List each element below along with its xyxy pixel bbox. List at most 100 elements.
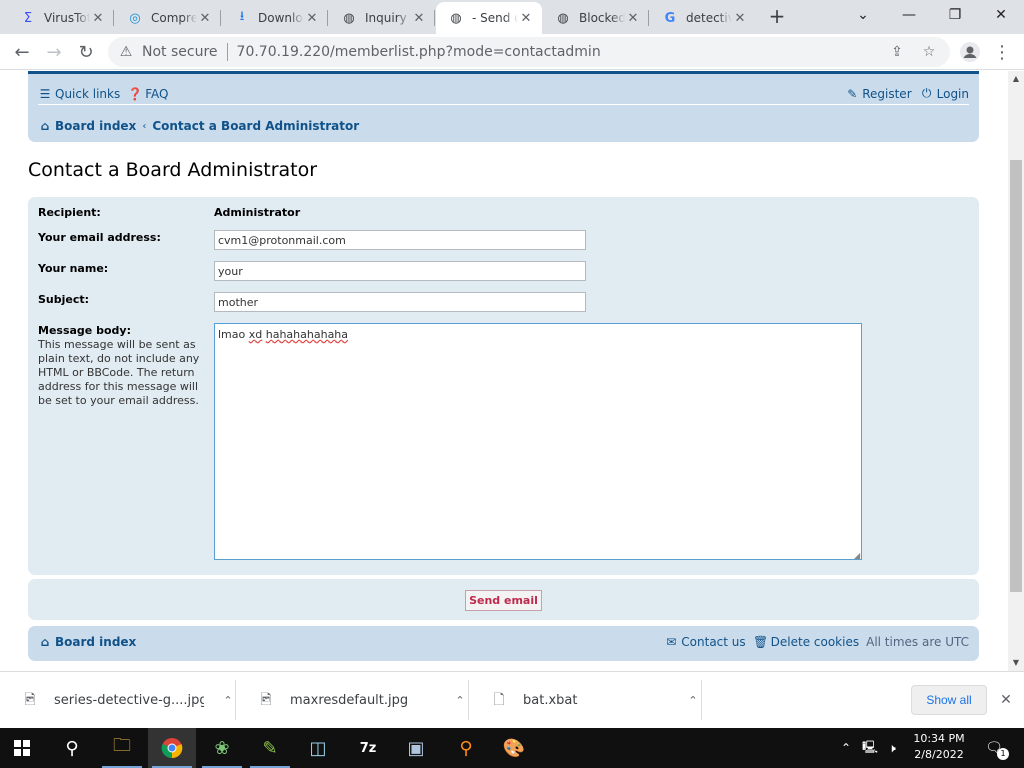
- tab-inquiry[interactable]: ◍ Inquiry ✕: [329, 2, 435, 34]
- message-body-field[interactable]: lmao xd hahahahahaha: [214, 323, 862, 560]
- close-window-icon[interactable]: ✕: [978, 0, 1024, 30]
- scroll-thumb[interactable]: [1010, 160, 1022, 592]
- image-file-icon: 🖻: [260, 691, 272, 708]
- tab-separator: [327, 10, 328, 26]
- delete-cookies-link[interactable]: 🗑 Delete cookies: [753, 635, 860, 649]
- delete-cookies-label: Delete cookies: [770, 635, 860, 649]
- volume-muted-icon[interactable]: 🕨: [882, 728, 902, 768]
- forum-footer: ⌂ Board index ✉ Contact us 🗑 Delete cook…: [28, 626, 979, 661]
- system-clock[interactable]: 10:34 PM 2/8/2022: [904, 731, 974, 765]
- share-icon[interactable]: ⇪: [888, 43, 906, 61]
- tab-virustotal[interactable]: Σ VirusTotal ✕: [8, 2, 114, 34]
- app-icon[interactable]: ▣: [392, 728, 440, 768]
- tab-separator: [434, 10, 435, 26]
- scroll-up-icon[interactable]: ▲: [1012, 75, 1020, 83]
- download-item[interactable]: 🗋 bat.xbat ⌃: [469, 672, 702, 729]
- download-item[interactable]: 🖻 series-detective-g....jpg ⌃: [0, 672, 236, 729]
- url-text[interactable]: 70.70.19.220/memberlist.php?mode=contact…: [237, 44, 601, 60]
- login-link[interactable]: ⏻ Login: [920, 86, 969, 101]
- warning-icon[interactable]: ⚠: [118, 44, 134, 60]
- timezone-text: All times are UTC: [866, 635, 969, 649]
- tab-send-email[interactable]: ◍ - Send e ✕: [436, 2, 542, 34]
- address-bar[interactable]: ⚠ Not secure 70.70.19.220/memberlist.php…: [108, 37, 950, 67]
- profile-avatar-icon[interactable]: [956, 38, 984, 66]
- reload-icon[interactable]: ↻: [72, 38, 100, 66]
- notification-center-icon[interactable]: 🗨 1: [983, 738, 1009, 760]
- tab-blocked[interactable]: ◍ Blocked ✕: [543, 2, 649, 34]
- download-shelf: 🖻 series-detective-g....jpg ⌃ 🖻 maxresde…: [0, 671, 1024, 728]
- paint-icon[interactable]: 🎨: [490, 728, 538, 768]
- download-filename: bat.xbat: [523, 693, 578, 708]
- scroll-down-icon[interactable]: ▼: [1012, 659, 1020, 667]
- chevron-up-icon[interactable]: ⌃: [220, 694, 236, 707]
- resize-grip-icon[interactable]: ◢: [854, 552, 862, 560]
- close-icon[interactable]: ✕: [197, 10, 213, 26]
- subject-label: Subject:: [38, 293, 90, 306]
- tab-detective[interactable]: G detective ✕: [650, 2, 756, 34]
- tab-search-chevron-icon[interactable]: ⌄: [840, 0, 886, 30]
- tab-compress[interactable]: ◎ Compress ✕: [115, 2, 221, 34]
- recipient-label: Recipient:: [38, 206, 101, 219]
- close-shelf-icon[interactable]: ✕: [997, 691, 1015, 709]
- browser-tab-strip: Σ VirusTotal ✕ ◎ Compress ✕ ⭳ Downloads …: [0, 0, 1024, 34]
- chevron-up-icon[interactable]: ⌃: [452, 694, 468, 707]
- tab-downloads[interactable]: ⭳ Downloads ✕: [222, 2, 328, 34]
- tray-chevron-up-icon[interactable]: ⌃: [838, 728, 854, 768]
- back-icon[interactable]: ←: [8, 38, 36, 66]
- faq-link[interactable]: ❓ FAQ: [128, 87, 169, 101]
- clock-time: 10:34 PM: [913, 732, 965, 745]
- subject-field[interactable]: [214, 292, 586, 312]
- file-explorer-icon[interactable]: 🗀: [98, 728, 146, 768]
- search-icon[interactable]: ⚲: [48, 728, 96, 768]
- breadcrumb: ⌂ Board index ‹ Contact a Board Administ…: [38, 115, 969, 137]
- breadcrumb-home-label: Board index: [55, 119, 137, 133]
- globe-icon: ◍: [450, 10, 462, 26]
- home-icon: ⌂: [40, 119, 50, 133]
- chevron-up-icon[interactable]: ⌃: [685, 694, 701, 707]
- tab-title: - Send e: [472, 11, 518, 25]
- download-icon: ⭳: [239, 9, 245, 24]
- minimize-icon[interactable]: —: [886, 0, 932, 30]
- send-email-button[interactable]: Send email: [465, 590, 542, 611]
- notepad-plus-icon[interactable]: ✎: [246, 728, 294, 768]
- security-label[interactable]: Not secure: [142, 44, 218, 60]
- seven-zip-icon[interactable]: 7z: [344, 728, 392, 768]
- restore-icon[interactable]: ❐: [932, 0, 978, 30]
- close-icon[interactable]: ✕: [518, 10, 534, 26]
- contact-us-label: Contact us: [681, 635, 746, 649]
- breadcrumb-home[interactable]: ⌂ Board index: [38, 119, 137, 133]
- contact-us-link[interactable]: ✉ Contact us: [664, 635, 745, 649]
- footer-board-index-link[interactable]: ⌂ Board index: [38, 635, 137, 649]
- page-scrollbar[interactable]: ▲ ▼: [1008, 71, 1024, 671]
- file-icon: 🗋: [493, 691, 505, 708]
- tab-separator: [648, 10, 649, 26]
- app-icon[interactable]: ❀: [198, 728, 246, 768]
- close-icon[interactable]: ✕: [411, 10, 427, 26]
- app-icon[interactable]: ◫: [294, 728, 342, 768]
- download-item[interactable]: 🖻 maxresdefault.jpg ⌃: [236, 672, 469, 729]
- search-tool-icon[interactable]: ⚲: [442, 728, 490, 768]
- bookmark-star-icon[interactable]: ☆: [920, 43, 938, 61]
- page-title: Contact a Board Administrator: [28, 159, 318, 181]
- browser-menu-icon[interactable]: ⋮: [988, 38, 1016, 66]
- quick-links-menu[interactable]: ☰ Quick links: [38, 87, 121, 101]
- register-link[interactable]: ✎ Register: [845, 87, 911, 101]
- new-tab-icon[interactable]: +: [766, 6, 788, 28]
- tab-title: VirusTotal: [44, 11, 90, 25]
- start-button[interactable]: [0, 728, 48, 768]
- tab-separator: [113, 10, 114, 26]
- forward-icon[interactable]: →: [40, 38, 68, 66]
- name-field[interactable]: [214, 261, 586, 281]
- close-icon[interactable]: ✕: [625, 10, 641, 26]
- email-field[interactable]: [214, 230, 586, 250]
- show-all-downloads-button[interactable]: Show all: [911, 685, 987, 715]
- edit-icon: ✎: [847, 86, 858, 101]
- network-icon[interactable]: 🖳: [860, 728, 880, 768]
- recipient-value: Administrator: [214, 206, 301, 219]
- compress-icon: ◎: [129, 10, 141, 26]
- close-icon[interactable]: ✕: [304, 10, 320, 26]
- close-icon[interactable]: ✕: [732, 10, 748, 26]
- breadcrumb-current[interactable]: Contact a Board Administrator: [152, 119, 359, 133]
- chrome-icon[interactable]: [148, 728, 196, 768]
- close-icon[interactable]: ✕: [90, 10, 106, 26]
